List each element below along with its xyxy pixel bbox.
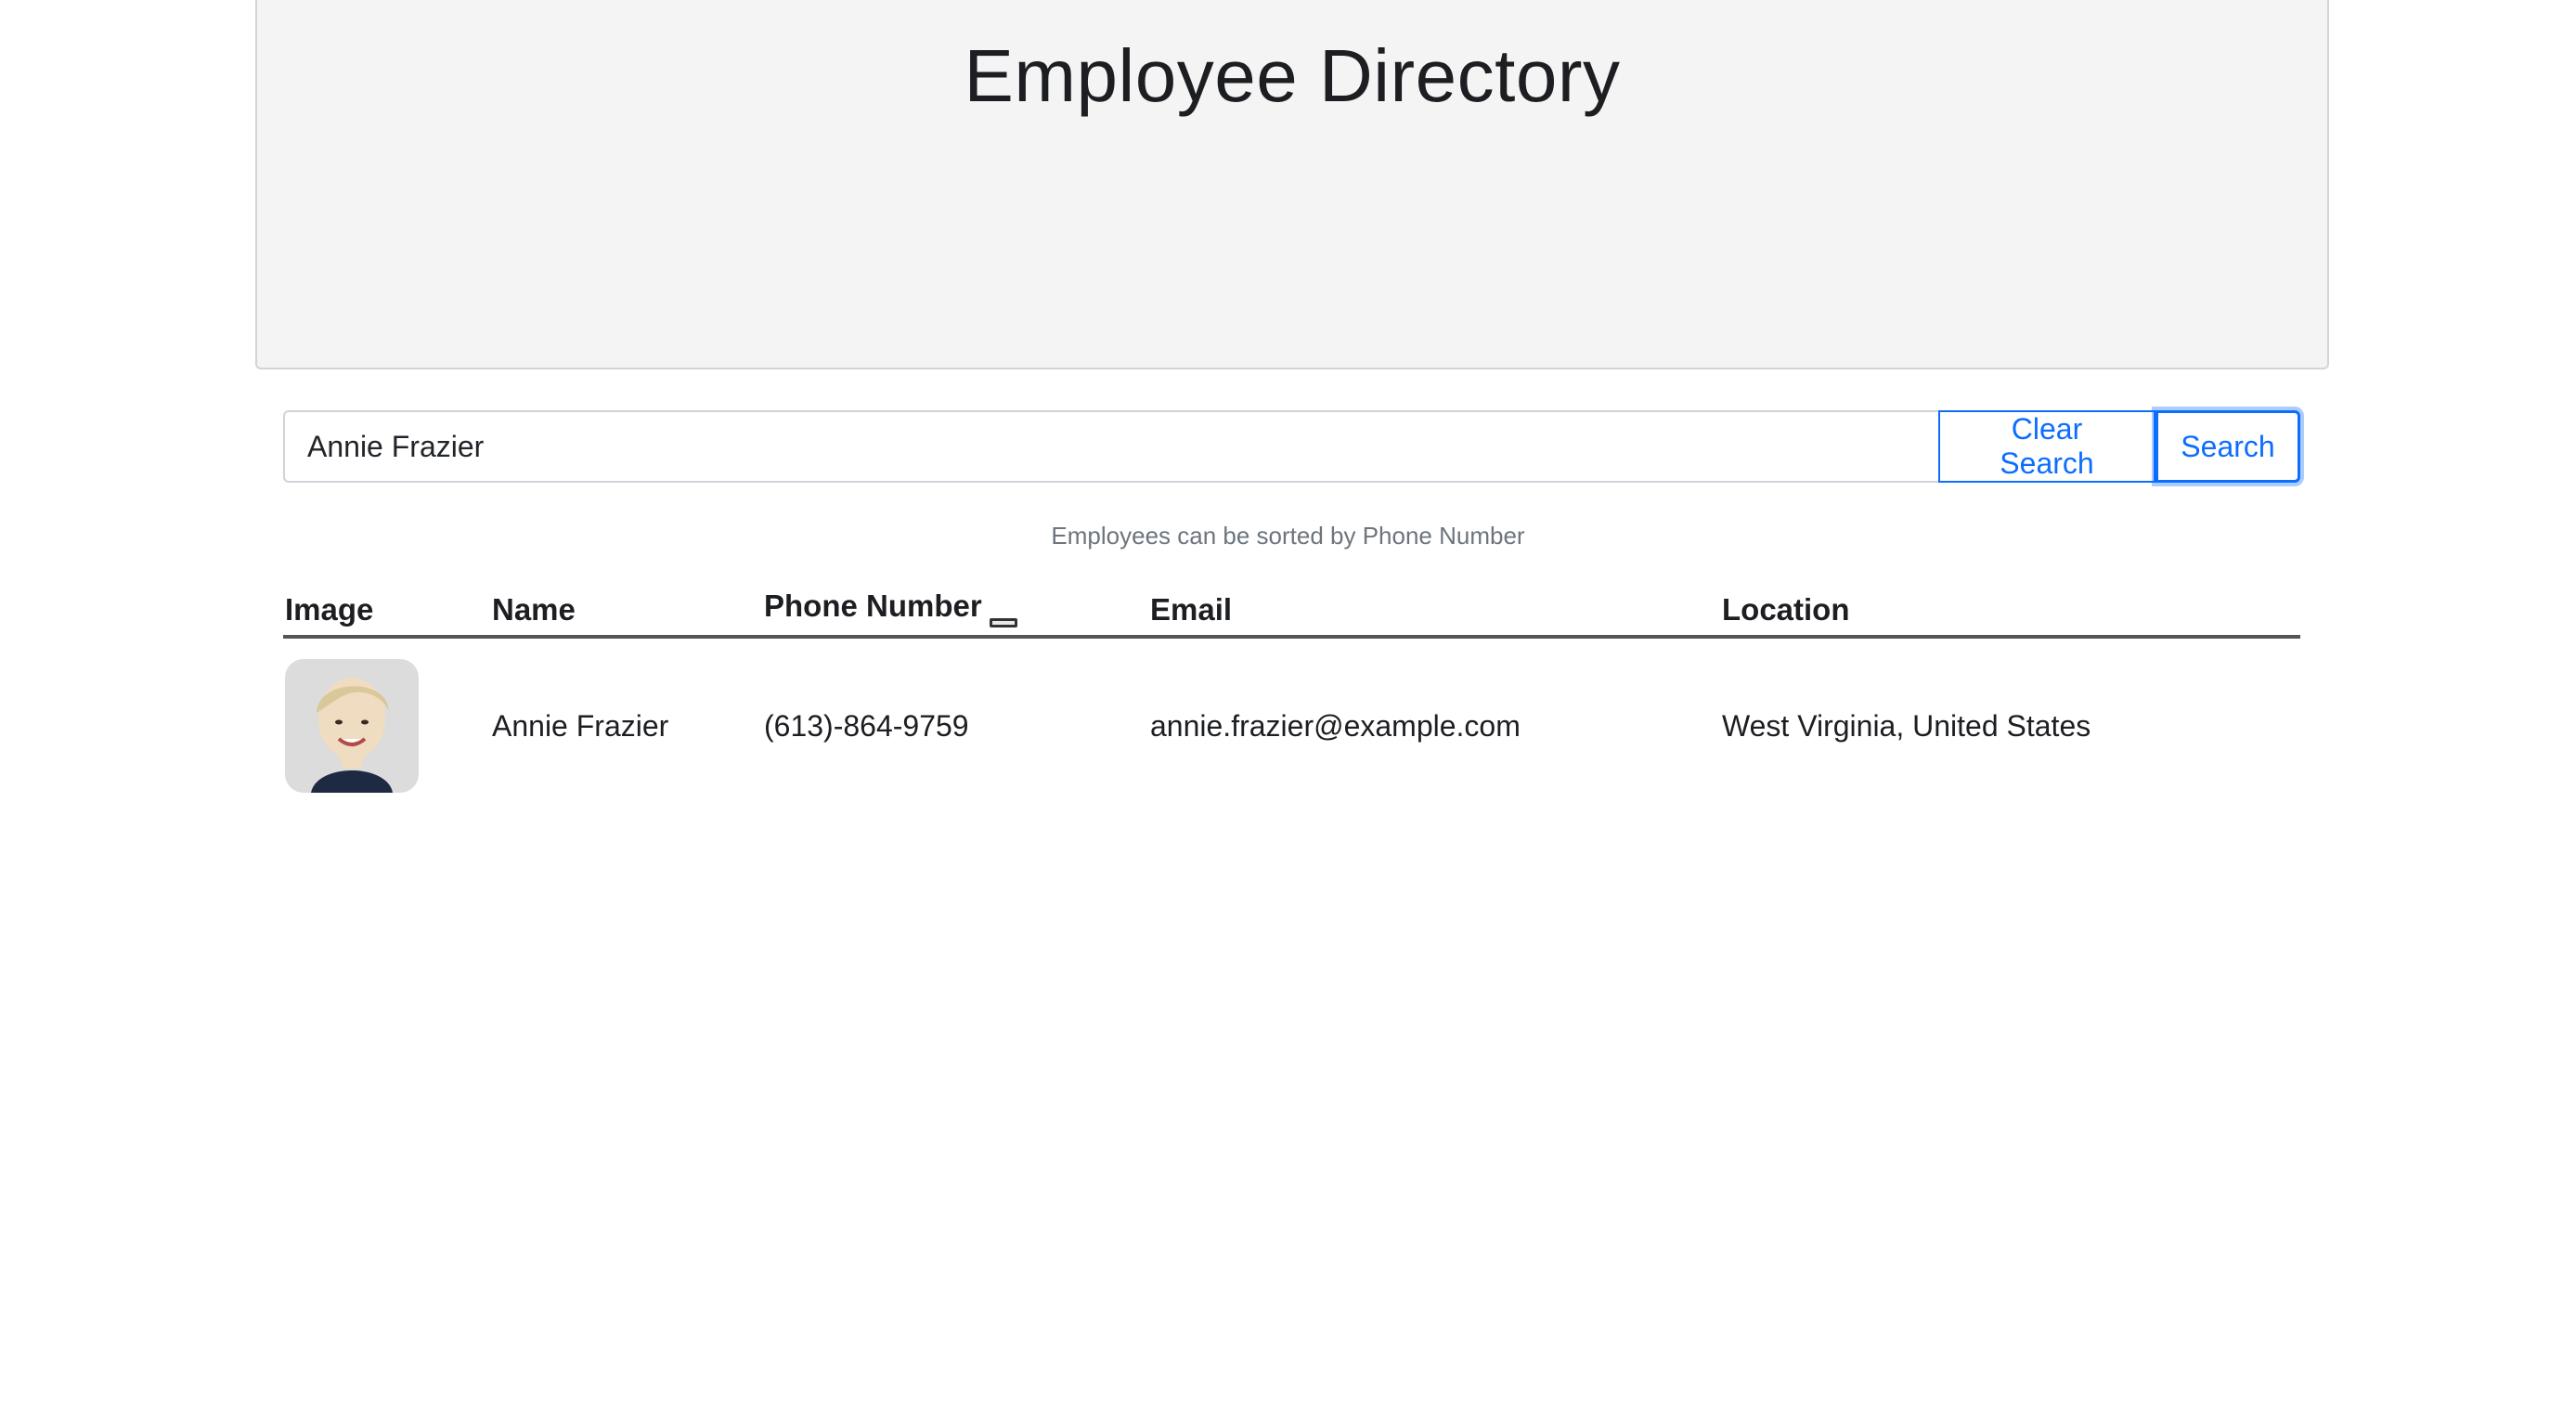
header-jumbotron: Employee Directory — [255, 0, 2329, 369]
search-button[interactable]: Search — [2155, 410, 2300, 483]
employee-avatar — [285, 659, 419, 793]
clear-search-button[interactable]: Clear Search — [1938, 410, 2155, 483]
column-header-image: Image — [283, 581, 490, 639]
page-title: Employee Directory — [964, 34, 1621, 117]
sort-icon[interactable] — [989, 618, 1017, 627]
column-header-phone-label[interactable]: Phone Number — [764, 589, 982, 623]
column-header-location: Location — [1720, 581, 2300, 639]
employee-table: Image Name Phone Number Email Location A… — [283, 581, 2300, 793]
search-bar: Clear Search Search — [283, 410, 2300, 483]
employee-image-cell — [283, 637, 490, 793]
sort-hint-text: Employees can be sorted by Phone Number — [1051, 522, 1525, 550]
column-header-phone[interactable]: Phone Number — [762, 581, 1148, 639]
column-header-name: Name — [490, 581, 762, 639]
search-input[interactable] — [283, 410, 1938, 483]
employee-name: Annie Frazier — [492, 708, 669, 743]
employee-location: West Virginia, United States — [1722, 708, 2091, 743]
column-header-email: Email — [1148, 581, 1720, 639]
employee-phone: (613)-864-9759 — [764, 708, 969, 743]
table-header-row: Image Name Phone Number Email Location — [283, 581, 2300, 639]
employee-email: annie.frazier@example.com — [1150, 708, 1521, 743]
table-row: Annie Frazier (613)-864-9759 annie.frazi… — [283, 637, 2300, 793]
